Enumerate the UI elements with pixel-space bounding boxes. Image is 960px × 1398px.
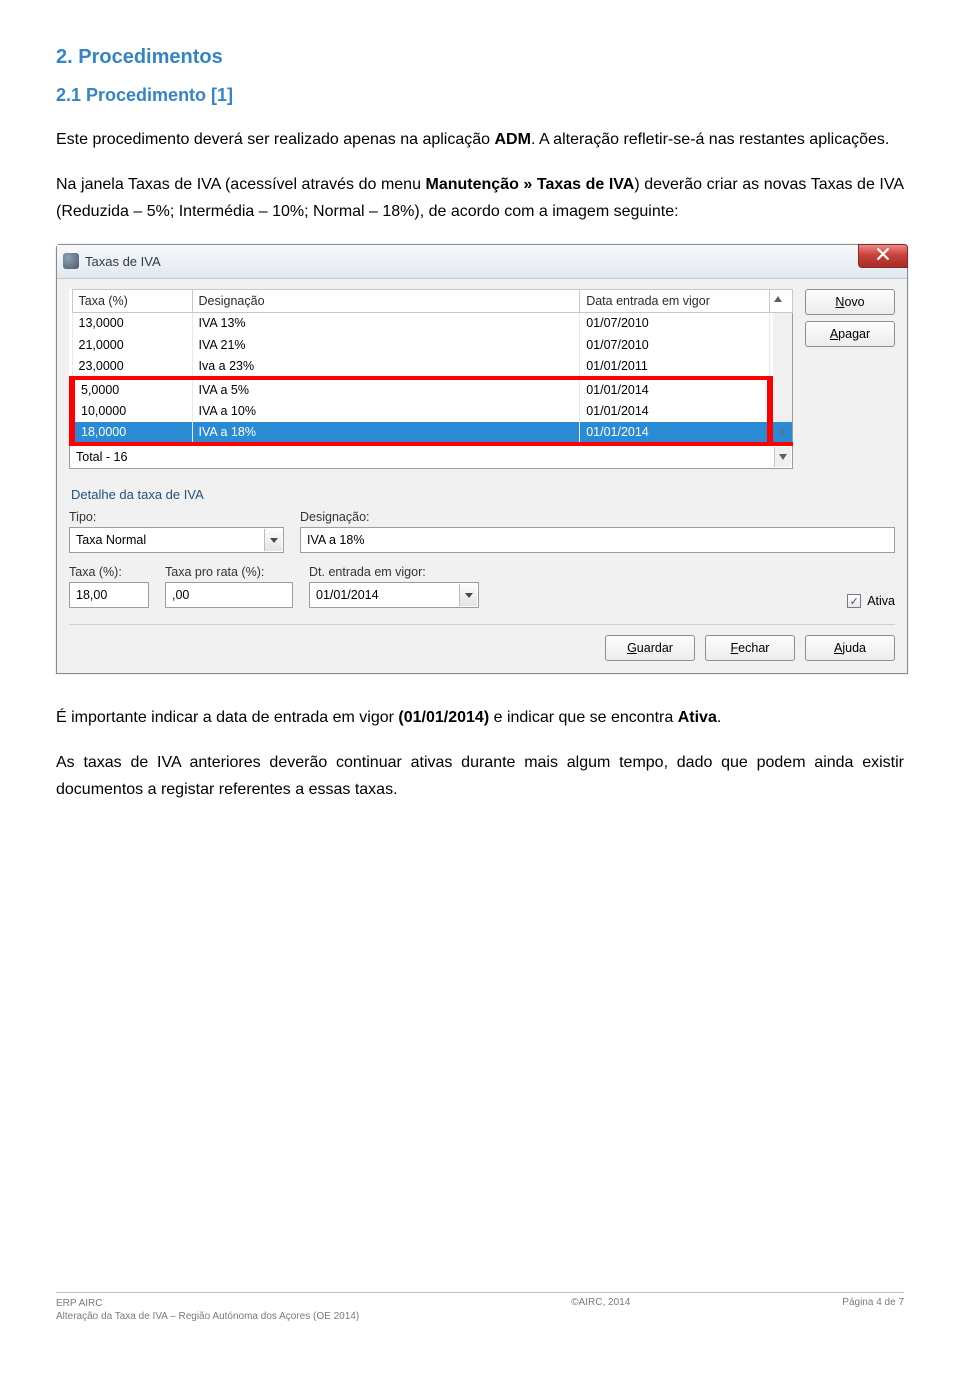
paragraph-note1: É importante indicar a data de entrada e…	[56, 704, 904, 731]
table-row[interactable]: 23,0000 Iva a 23% 01/01/2011	[72, 356, 793, 378]
cell-desig: IVA a 10%	[192, 400, 580, 422]
scrollbar-up[interactable]	[770, 289, 793, 312]
scrollbar-mark[interactable]: ≡	[770, 422, 793, 444]
cell-data: 01/07/2010	[580, 334, 770, 356]
table-row[interactable]: 21,0000 IVA 21% 01/07/2010	[72, 334, 793, 356]
cell-data: 01/01/2011	[580, 356, 770, 378]
close-button[interactable]	[858, 244, 908, 268]
dt-entrada-value: 01/01/2014	[316, 588, 379, 602]
novo-button[interactable]: Novo	[805, 289, 895, 315]
dt-entrada-label: Dt. entrada em vigor:	[309, 565, 479, 579]
section-heading: 2. Procedimentos	[56, 46, 904, 69]
chevron-down-icon	[459, 584, 477, 606]
window-taxas-iva: Taxas de IVA Taxa (%) Designação Data en…	[56, 244, 908, 675]
apagar-button[interactable]: Apagar	[805, 321, 895, 347]
guardar-button[interactable]: Guardar	[605, 635, 695, 661]
cell-desig: IVA 21%	[192, 334, 580, 356]
text: . A alteração refletir-se-á nas restante…	[531, 131, 889, 148]
table-row-highlighted[interactable]: 5,0000 IVA a 5% 01/01/2014	[72, 378, 793, 400]
cell-desig: IVA 13%	[192, 312, 580, 334]
prorata-field[interactable]: ,00	[165, 582, 293, 608]
footer-product: ERP AIRC	[56, 1297, 359, 1310]
cell-data: 01/01/2014	[580, 422, 770, 444]
dt-entrada-field[interactable]: 01/01/2014	[309, 582, 479, 608]
fechar-button[interactable]: Fechar	[705, 635, 795, 661]
window-title: Taxas de IVA	[85, 254, 161, 269]
text: É importante indicar a data de entrada e…	[56, 709, 398, 726]
paragraph-intro: Este procedimento deverá ser realizado a…	[56, 126, 904, 153]
prorata-value: ,00	[172, 588, 189, 602]
total-count: Total - 16	[69, 446, 793, 469]
col-header-data[interactable]: Data entrada em vigor	[580, 289, 770, 312]
cell-taxa: 21,0000	[72, 334, 192, 356]
app-name: ADM	[495, 131, 531, 148]
scrollbar-down[interactable]	[774, 447, 791, 467]
ajuda-button[interactable]: Ajuda	[805, 635, 895, 661]
cell-data: 01/01/2014	[580, 400, 770, 422]
taxa-label: Taxa (%):	[69, 565, 149, 579]
checkbox-icon: ✓	[847, 594, 861, 608]
total-text: Total - 16	[76, 450, 127, 464]
designacao-field[interactable]: IVA a 18%	[300, 527, 895, 553]
detail-section-title: Detalhe da taxa de IVA	[71, 487, 895, 502]
designacao-label: Designação:	[300, 510, 895, 524]
text-date: (01/01/2014)	[398, 709, 489, 726]
cell-taxa: 10,0000	[72, 400, 192, 422]
cell-data: 01/01/2014	[580, 378, 770, 400]
tipo-value: Taxa Normal	[76, 533, 146, 547]
cell-desig: IVA a 5%	[192, 378, 580, 400]
scrollbar-track[interactable]	[770, 312, 793, 422]
close-icon	[877, 247, 889, 265]
page-footer: ERP AIRC Alteração da Taxa de IVA – Regi…	[56, 1292, 904, 1323]
col-header-taxa[interactable]: Taxa (%)	[72, 289, 192, 312]
cell-desig: IVA a 18%	[192, 422, 580, 444]
tipo-dropdown[interactable]: Taxa Normal	[69, 527, 284, 553]
titlebar[interactable]: Taxas de IVA	[57, 245, 907, 279]
cell-taxa: 13,0000	[72, 312, 192, 334]
cell-data: 01/07/2010	[580, 312, 770, 334]
taxa-field[interactable]: 18,00	[69, 582, 149, 608]
taxa-table[interactable]: Taxa (%) Designação Data entrada em vigo…	[69, 289, 793, 447]
table-row-highlighted[interactable]: 10,0000 IVA a 10% 01/01/2014	[72, 400, 793, 422]
col-header-desig[interactable]: Designação	[192, 289, 580, 312]
chevron-down-icon	[264, 529, 282, 551]
footer-page-number: Página 4 de 7	[842, 1297, 904, 1323]
paragraph-instruction: Na janela Taxas de IVA (acessível atravé…	[56, 171, 904, 225]
taxa-value: 18,00	[76, 588, 107, 602]
table-row-selected[interactable]: 18,0000 IVA a 18% 01/01/2014 ≡	[72, 422, 793, 444]
text: Na janela Taxas de IVA (acessível atravé…	[56, 176, 426, 193]
table-row[interactable]: 13,0000 IVA 13% 01/07/2010	[72, 312, 793, 334]
text: .	[717, 709, 721, 726]
ativa-checkbox[interactable]: ✓ Ativa	[847, 594, 895, 608]
designacao-value: IVA a 18%	[307, 533, 364, 547]
prorata-label: Taxa pro rata (%):	[165, 565, 293, 579]
cell-taxa: 18,0000	[72, 422, 192, 444]
cell-taxa: 5,0000	[72, 378, 192, 400]
paragraph-note2: As taxas de IVA anteriores deverão conti…	[56, 749, 904, 803]
text-ativa: Ativa	[678, 709, 717, 726]
app-icon	[63, 253, 79, 269]
tipo-label: Tipo:	[69, 510, 284, 524]
footer-subtitle: Alteração da Taxa de IVA – Região Autóno…	[56, 1310, 359, 1323]
text: Este procedimento deverá ser realizado a…	[56, 131, 495, 148]
ativa-label: Ativa	[867, 594, 895, 608]
subsection-heading: 2.1 Procedimento [1]	[56, 85, 904, 106]
cell-desig: Iva a 23%	[192, 356, 580, 378]
footer-copyright: ©AIRC, 2014	[571, 1297, 630, 1323]
text: e indicar que se encontra	[489, 709, 678, 726]
cell-taxa: 23,0000	[72, 356, 192, 378]
menu-path: Manutenção » Taxas de IVA	[426, 176, 635, 193]
